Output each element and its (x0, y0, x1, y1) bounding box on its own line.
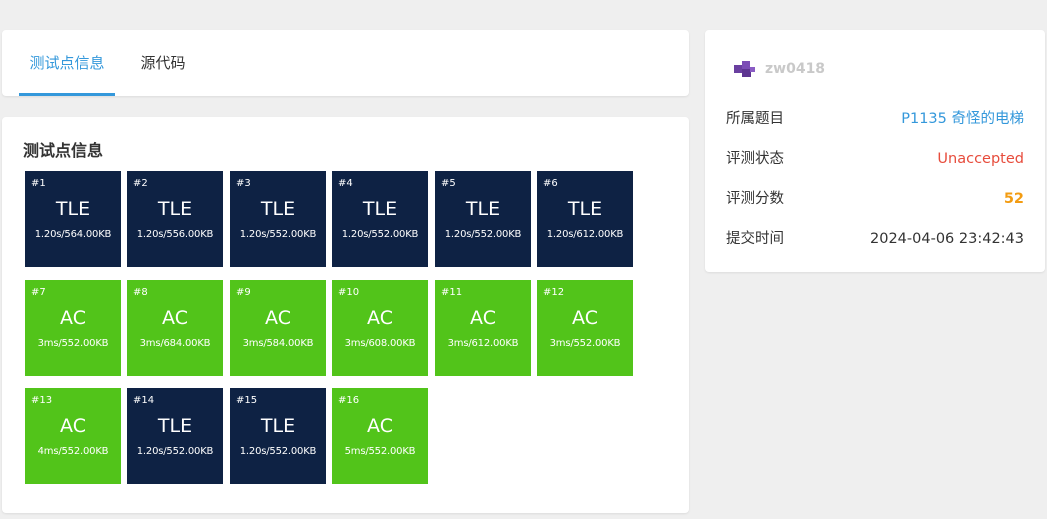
testcase-status: TLE (567, 198, 603, 220)
testcase-status: TLE (55, 198, 91, 220)
tab-testcase-info[interactable]: 测试点信息 (19, 30, 115, 96)
testcase-number: #3 (236, 178, 251, 189)
info-row-status: 评测状态 Unaccepted (726, 149, 1024, 169)
testcase-tile[interactable]: #1 TLE 1.20s/564.00KB (25, 171, 121, 267)
testcase-number: #6 (543, 178, 558, 189)
testcase-number: #14 (133, 395, 155, 406)
testcase-tile[interactable]: #9 AC 3ms/584.00KB (230, 280, 326, 376)
testcase-tile[interactable]: #8 AC 3ms/684.00KB (127, 280, 223, 376)
testcase-tile[interactable]: #6 TLE 1.20s/612.00KB (537, 171, 633, 267)
testcase-status: TLE (157, 415, 193, 437)
testcase-tile[interactable]: #7 AC 3ms/552.00KB (25, 280, 121, 376)
testcase-panel: 测试点信息 #1 TLE 1.20s/564.00KB #2 TLE 1.20s/556.… (2, 117, 689, 513)
testcase-tile[interactable]: #14 TLE 1.20s/552.00KB (127, 388, 223, 484)
testcase-number: #10 (338, 287, 360, 298)
testcase-number: #16 (338, 395, 360, 406)
info-row-submit-time: 提交时间 2024-04-06 23:42:43 (726, 229, 1024, 249)
testcase-tile[interactable]: #10 AC 3ms/608.00KB (332, 280, 428, 376)
tab-bar: 测试点信息 源代码 (2, 30, 689, 96)
puzzle-avatar-icon (734, 61, 755, 77)
testcase-time-memory: 3ms/612.00KB (447, 338, 519, 349)
testcase-time-memory: 1.20s/552.00KB (341, 229, 419, 240)
status-label: 评测状态 (726, 151, 784, 167)
username[interactable]: zw0418 (765, 61, 825, 77)
testcase-number: #13 (31, 395, 53, 406)
tab-source-code[interactable]: 源代码 (126, 30, 200, 96)
submit-time-label: 提交时间 (726, 231, 784, 247)
testcase-status: AC (60, 415, 86, 437)
testcase-number: #8 (133, 287, 148, 298)
testcase-time-memory: 5ms/552.00KB (344, 446, 416, 457)
testcase-time-memory: 3ms/552.00KB (549, 338, 621, 349)
testcase-time-memory: 3ms/684.00KB (139, 338, 211, 349)
testcase-number: #1 (31, 178, 46, 189)
testcase-number: #11 (441, 287, 463, 298)
testcase-panel-title: 测试点信息 (23, 141, 104, 160)
testcase-time-memory: 1.20s/564.00KB (34, 229, 112, 240)
testcase-tile[interactable]: #13 AC 4ms/552.00KB (25, 388, 121, 484)
info-row-score: 评测分数 52 (726, 189, 1024, 209)
testcase-tile[interactable]: #16 AC 5ms/552.00KB (332, 388, 428, 484)
testcase-number: #4 (338, 178, 353, 189)
testcase-status: TLE (362, 198, 398, 220)
testcase-time-memory: 3ms/552.00KB (37, 338, 109, 349)
testcase-time-memory: 3ms/584.00KB (242, 338, 314, 349)
testcase-time-memory: 4ms/552.00KB (37, 446, 109, 457)
testcase-number: #9 (236, 287, 251, 298)
testcase-status: AC (162, 307, 188, 329)
score-label: 评测分数 (726, 191, 784, 207)
testcase-status: AC (572, 307, 598, 329)
problem-label: 所属题目 (726, 111, 784, 127)
testcase-tile[interactable]: #5 TLE 1.20s/552.00KB (435, 171, 531, 267)
testcase-time-memory: 1.20s/552.00KB (136, 446, 214, 457)
problem-link[interactable]: P1135 奇怪的电梯 (901, 109, 1024, 129)
testcase-tile[interactable]: #15 TLE 1.20s/552.00KB (230, 388, 326, 484)
testcase-status: TLE (157, 198, 193, 220)
testcase-time-memory: 1.20s/552.00KB (239, 446, 317, 457)
testcase-tile[interactable]: #4 TLE 1.20s/552.00KB (332, 171, 428, 267)
testcase-status: AC (470, 307, 496, 329)
score-value: 52 (1003, 191, 1024, 207)
testcase-status: AC (367, 307, 393, 329)
testcase-tile[interactable]: #11 AC 3ms/612.00KB (435, 280, 531, 376)
submission-info-panel: zw0418 所属题目 P1135 奇怪的电梯 评测状态 Unaccepted … (705, 30, 1045, 272)
testcase-status: AC (367, 415, 393, 437)
testcase-tile[interactable]: #12 AC 3ms/552.00KB (537, 280, 633, 376)
testcase-number: #2 (133, 178, 148, 189)
testcase-number: #15 (236, 395, 258, 406)
testcase-number: #7 (31, 287, 46, 298)
testcase-time-memory: 1.20s/552.00KB (444, 229, 522, 240)
testcase-tile[interactable]: #3 TLE 1.20s/552.00KB (230, 171, 326, 267)
testcase-time-memory: 1.20s/552.00KB (239, 229, 317, 240)
testcase-time-memory: 1.20s/612.00KB (546, 229, 624, 240)
testcase-tile[interactable]: #2 TLE 1.20s/556.00KB (127, 171, 223, 267)
testcase-status: TLE (260, 415, 296, 437)
testcase-time-memory: 1.20s/556.00KB (136, 229, 214, 240)
status-value: Unaccepted (937, 151, 1024, 167)
testcase-number: #5 (441, 178, 456, 189)
testcase-status: TLE (465, 198, 501, 220)
testcase-status: TLE (260, 198, 296, 220)
testcase-status: AC (265, 307, 291, 329)
submit-time-value: 2024-04-06 23:42:43 (870, 231, 1024, 247)
info-row-problem: 所属题目 P1135 奇怪的电梯 (726, 109, 1024, 129)
testcase-number: #12 (543, 287, 565, 298)
testcase-time-memory: 3ms/608.00KB (344, 338, 416, 349)
testcase-status: AC (60, 307, 86, 329)
